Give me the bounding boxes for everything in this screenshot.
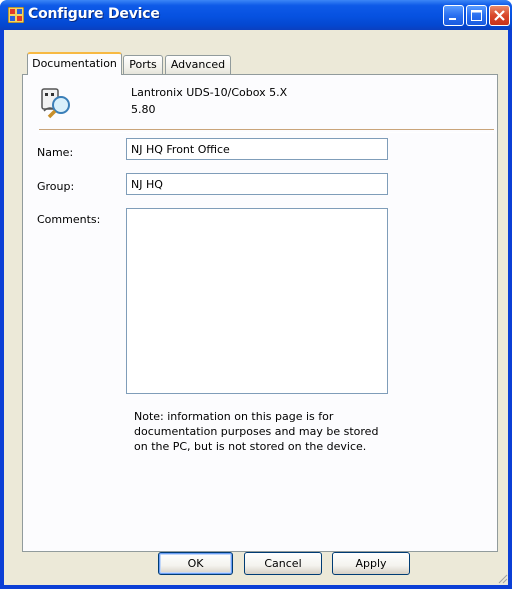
configure-device-window: Configure Device Documentation Ports Adv… <box>0 0 512 589</box>
tab-advanced[interactable]: Advanced <box>165 55 231 75</box>
tab-ports[interactable]: Ports <box>123 55 163 75</box>
cancel-button[interactable]: Cancel <box>244 552 322 575</box>
close-icon <box>494 10 505 21</box>
minimize-icon <box>449 18 456 20</box>
separator <box>39 129 494 133</box>
tab-documentation[interactable]: Documentation <box>27 52 122 75</box>
name-input[interactable] <box>126 138 388 160</box>
app-icon <box>7 6 25 24</box>
info-note: Note: information on this page is for do… <box>134 410 379 453</box>
name-label: Name: <box>37 146 74 159</box>
device-version: 5.80 <box>131 103 156 116</box>
comments-textarea[interactable] <box>126 208 388 394</box>
group-label: Group: <box>37 180 75 193</box>
title-bar[interactable]: Configure Device <box>0 0 512 30</box>
close-button[interactable] <box>489 5 510 26</box>
group-input[interactable] <box>126 173 388 195</box>
apply-button[interactable]: Apply <box>332 552 410 575</box>
maximize-icon <box>471 10 482 21</box>
device-search-icon <box>39 85 73 119</box>
window-title: Configure Device <box>28 6 160 22</box>
ok-button[interactable]: OK <box>158 552 233 575</box>
maximize-button[interactable] <box>466 5 487 26</box>
minimize-button[interactable] <box>443 5 464 26</box>
comments-label: Comments: <box>37 213 101 226</box>
device-model: Lantronix UDS-10/Cobox 5.X <box>131 86 288 99</box>
documentation-panel: Lantronix UDS-10/Cobox 5.X 5.80 Name: Gr… <box>22 74 498 552</box>
resize-grip-icon[interactable] <box>496 572 508 584</box>
dialog-client-area: Documentation Ports Advanced Lantronix U… <box>4 30 508 585</box>
